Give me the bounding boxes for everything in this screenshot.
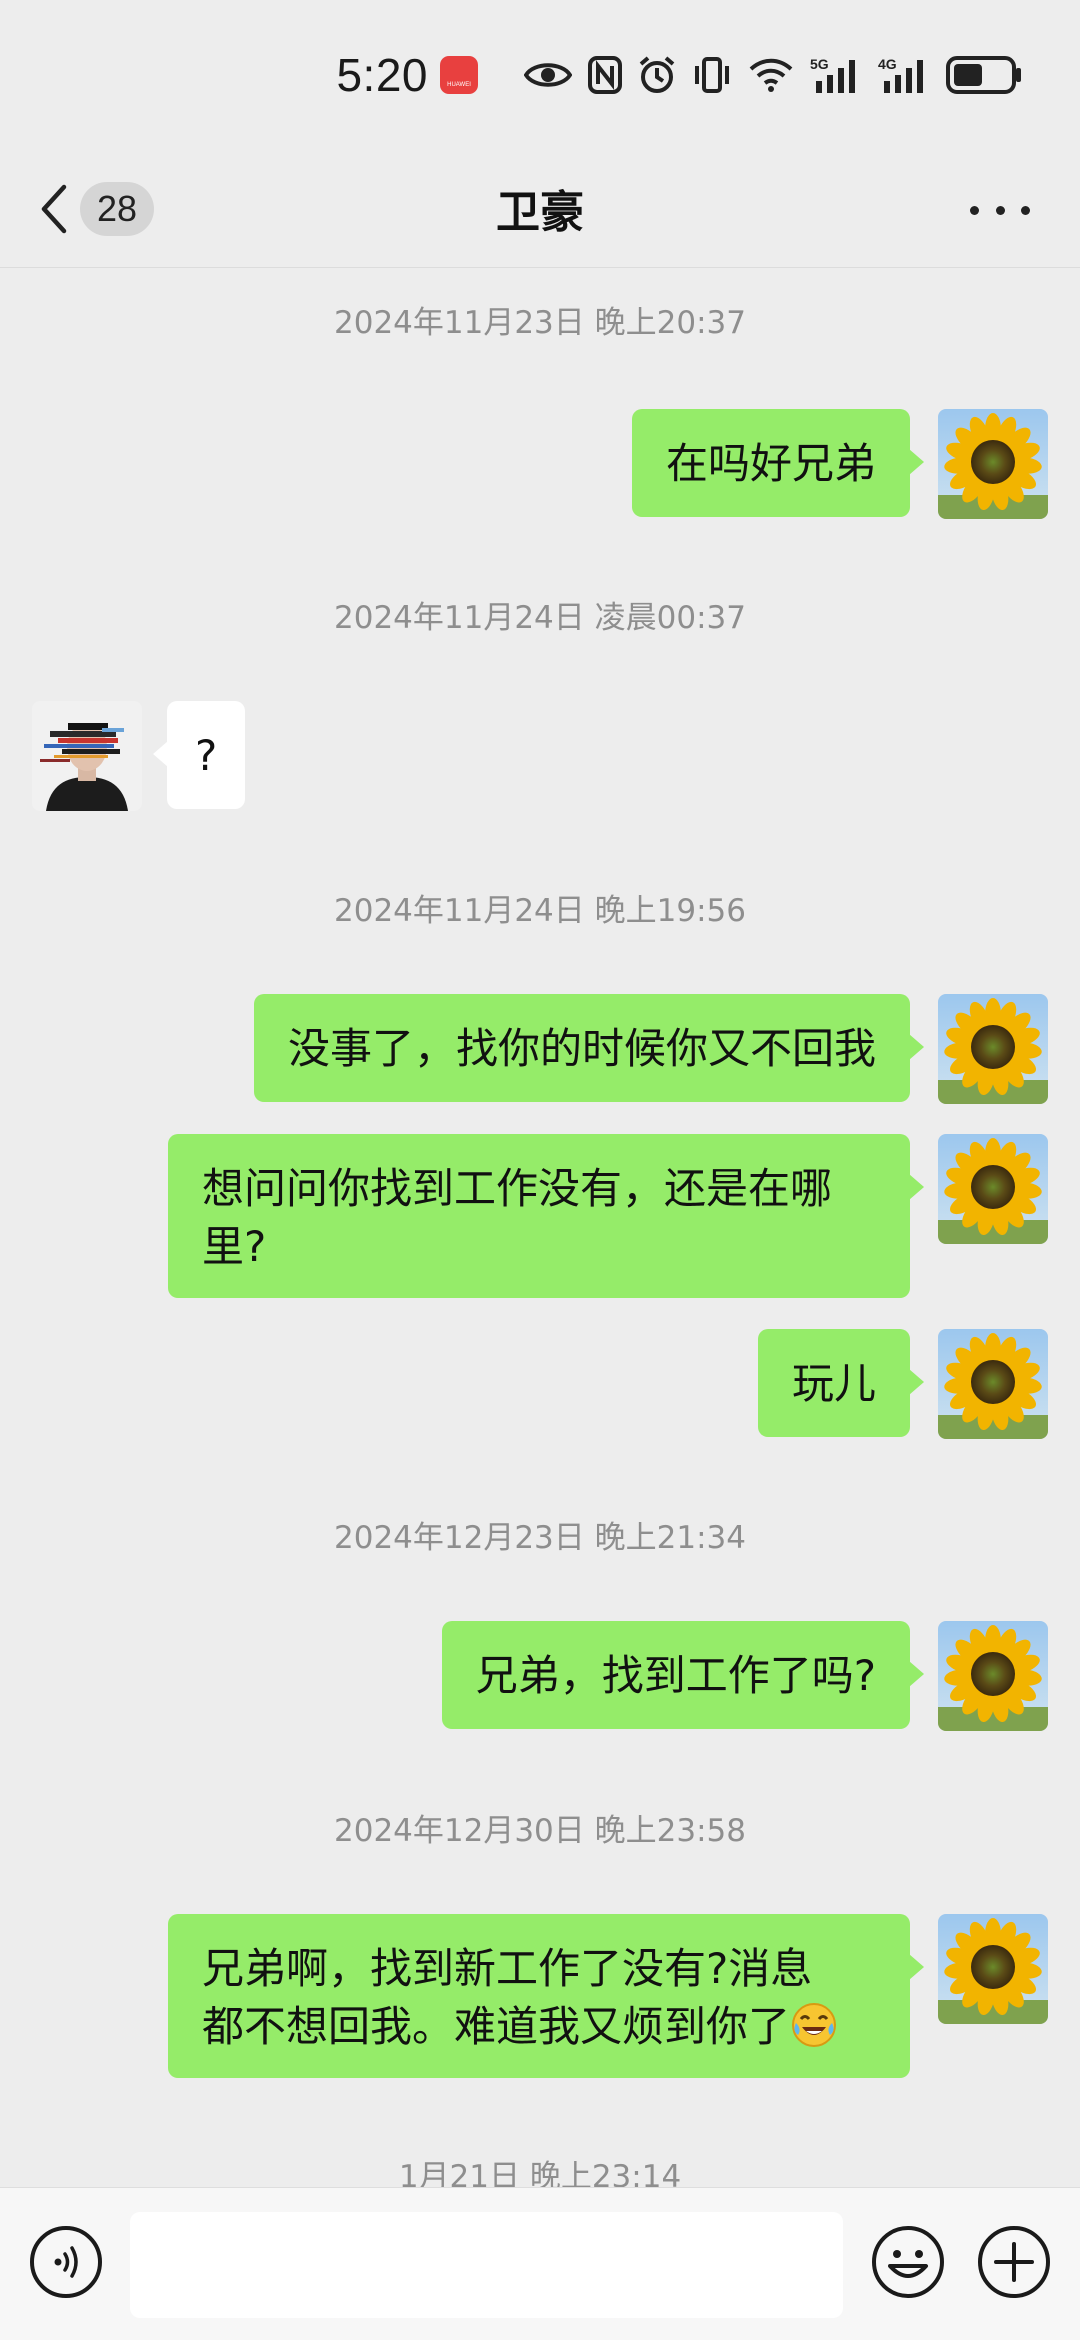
net1-label: 5G (810, 56, 829, 72)
sunflower-avatar-icon (938, 409, 1048, 519)
timestamp: 2024年11月23日 晚上20:37 (334, 305, 746, 341)
status-bar: 5:20 HUAWEI 5G 4G (0, 0, 1080, 150)
timestamp: 2024年12月30日 晚上23:58 (334, 1813, 746, 1849)
contact-avatar[interactable] (32, 701, 142, 811)
timestamp: 1月21日 晚上23:14 (398, 2159, 682, 2187)
my-avatar[interactable] (938, 994, 1048, 1104)
message-bubble-sent[interactable]: 在吗好兄弟 (631, 409, 925, 517)
eye-icon (524, 53, 572, 97)
my-avatar[interactable] (938, 1621, 1048, 1731)
message-bubble-sent[interactable]: 想问问你找到工作没有，还是在哪 里? (168, 1134, 924, 1298)
alarm-icon (638, 53, 676, 97)
message-bubble-sent[interactable]: 兄弟啊，找到新工作了没有?消息 都不想回我。难道我又烦到你了 (168, 1914, 924, 2078)
message-text: ? (195, 731, 218, 780)
battery-icon (946, 53, 1022, 97)
message-text-line: 里? (202, 1222, 267, 1271)
my-avatar[interactable] (938, 409, 1048, 519)
huawei-app-badge-icon: HUAWEI (440, 56, 478, 94)
message-text-line: 想问问你找到工作没有，还是在哪 (202, 1164, 833, 1213)
more-dot-icon (970, 205, 979, 215)
nfc-icon (588, 53, 622, 97)
voice-icon (30, 2226, 102, 2298)
message-bubble-sent[interactable]: 玩儿 (757, 1329, 925, 1437)
sunflower-avatar-icon (938, 994, 1048, 1104)
vibrate-icon (692, 53, 732, 97)
more-functions-button[interactable] (976, 2224, 1052, 2300)
message-bubble-sent[interactable]: 没事了，找你的时候你又不回我 (253, 994, 925, 1102)
net2-label: 4G (878, 56, 897, 72)
message-text-line: 都不想回我。难道我又烦到你了 (202, 2002, 791, 2051)
5g-signal-icon: 5G (810, 53, 862, 97)
4g-signal-icon: 4G (878, 53, 930, 97)
voice-input-button[interactable] (28, 2224, 104, 2300)
message-text-line: 兄弟啊，找到新工作了没有?消息 (202, 1944, 813, 1993)
message-input[interactable] (130, 2212, 843, 2318)
smiley-icon (872, 2226, 944, 2298)
message-list[interactable]: 2024年11月23日 晚上20:37 在吗好兄弟 2024年11月24日 凌晨… (0, 269, 1080, 2187)
sunflower-avatar-icon (938, 1134, 1048, 1244)
sunflower-avatar-icon (938, 1914, 1048, 2024)
message-text: 玩儿 (791, 1359, 876, 1408)
message-bubble-received[interactable]: ? (152, 701, 246, 809)
status-time: 5:20 (336, 49, 428, 101)
my-avatar[interactable] (938, 1329, 1048, 1439)
timestamp: 2024年12月23日 晚上21:34 (334, 1520, 746, 1556)
more-options-button[interactable] (970, 190, 1030, 230)
sunflower-avatar-icon (938, 1621, 1048, 1731)
my-avatar[interactable] (938, 1914, 1048, 2024)
laughing-crying-emoji-icon (792, 2003, 837, 2047)
glitch-portrait-avatar-icon (32, 701, 142, 811)
message-text: 在吗好兄弟 (665, 439, 876, 488)
chat-title: 卫豪 (496, 187, 584, 238)
more-dot-icon (995, 205, 1005, 215)
input-bar (0, 2187, 1080, 2340)
my-avatar[interactable] (938, 1134, 1048, 1244)
plus-icon (978, 2226, 1050, 2298)
message-bubble-sent[interactable]: 兄弟，找到工作了吗? (441, 1621, 925, 1729)
emoji-button[interactable] (870, 2224, 946, 2300)
wifi-icon (748, 53, 794, 97)
timestamp: 2024年11月24日 晚上19:56 (334, 893, 746, 929)
more-dot-icon (1021, 205, 1030, 215)
chat-header: 28 卫豪 (0, 150, 1080, 268)
sunflower-avatar-icon (938, 1329, 1048, 1439)
timestamp: 2024年11月24日 凌晨00:37 (334, 600, 746, 636)
message-text: 兄弟，找到工作了吗? (475, 1651, 876, 1700)
huawei-badge-text: HUAWEI (447, 82, 471, 88)
message-text: 没事了，找你的时候你又不回我 (287, 1024, 876, 1073)
